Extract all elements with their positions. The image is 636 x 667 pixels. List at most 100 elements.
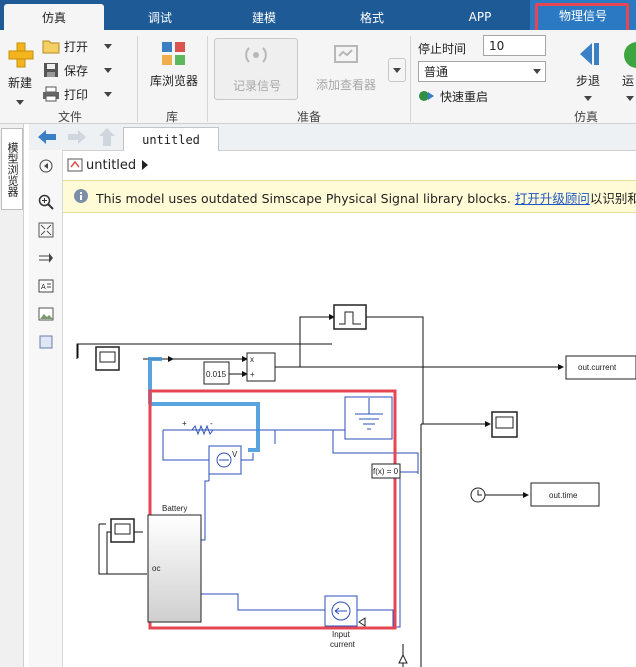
svg-text:A: A: [41, 284, 46, 291]
model-icon: [67, 158, 83, 172]
editor-nav-bar: untitled: [29, 124, 636, 151]
signal-arrow-icon[interactable]: [38, 250, 54, 266]
save-disk-icon: [44, 63, 58, 77]
input-current-label-2: current: [330, 640, 356, 649]
new-dropdown-icon[interactable]: [16, 100, 24, 105]
library-grid-icon: [162, 42, 185, 65]
voltage-sensor-block[interactable]: V: [208, 445, 242, 475]
up-arrow-icon[interactable]: [98, 127, 116, 147]
block-diagram[interactable]: 0.015 x + out.current out.time + - V f(x…: [63, 214, 636, 667]
tab-apps[interactable]: APP: [438, 4, 522, 30]
banner-message: This model uses outdated Simscape Physic…: [96, 191, 636, 206]
bottom-port-arrow: [398, 653, 408, 664]
group-label-file: 文件: [58, 110, 83, 124]
controlled-current-source-block[interactable]: Input current: [324, 595, 358, 649]
new-button[interactable]: 新建: [4, 38, 36, 108]
fast-restart-toggle[interactable]: 快速重启: [418, 86, 488, 106]
separator: [137, 36, 138, 122]
to-workspace-time[interactable]: out.time: [530, 482, 600, 507]
fast-restart-icon: [419, 91, 434, 101]
image-icon[interactable]: [38, 306, 54, 322]
product-block[interactable]: x +: [246, 352, 276, 382]
product-port-1: x: [250, 355, 254, 364]
save-dropdown-icon[interactable]: [104, 68, 112, 73]
library-browser-button[interactable]: 库浏览器: [146, 38, 202, 98]
log-signals-button[interactable]: 记录信号: [214, 38, 298, 100]
constant-value: 0.015: [206, 370, 227, 379]
to-workspace-current[interactable]: out.current: [565, 355, 636, 380]
out-current-label: out.current: [578, 363, 617, 372]
folder-open-icon: [42, 40, 60, 54]
constant-block[interactable]: 0.015: [203, 361, 230, 385]
run-play-icon: [624, 42, 636, 68]
forward-arrow-icon[interactable]: [66, 128, 88, 146]
product-port-2: +: [250, 370, 255, 379]
open-dropdown-icon[interactable]: [104, 44, 112, 49]
tab-modeling[interactable]: 建模: [222, 4, 306, 30]
scope-block-2[interactable]: [491, 411, 518, 438]
solver-configuration-block[interactable]: f(x) = 0: [371, 463, 401, 479]
add-viewer-icon: [334, 45, 358, 63]
printer-icon: [43, 86, 59, 102]
stop-time-input[interactable]: 10: [483, 35, 546, 56]
model-browser-tab[interactable]: 模型浏览器: [1, 128, 23, 210]
battery-label: Battery: [162, 504, 187, 513]
resistor-block[interactable]: + -: [182, 419, 219, 436]
tab-simulation[interactable]: 仿真: [4, 4, 104, 30]
scope-block-1[interactable]: [95, 346, 120, 371]
zoom-in-icon[interactable]: [38, 194, 54, 210]
group-label-library: 库: [166, 110, 179, 124]
add-viewer-button[interactable]: 添加查看器: [304, 38, 388, 100]
electrical-reference-block[interactable]: [344, 396, 393, 440]
battery-oc-port: oc: [152, 564, 160, 573]
pulse-block[interactable]: [333, 304, 367, 330]
step-back-button[interactable]: 步退: [566, 38, 610, 104]
breadcrumb[interactable]: untitled: [67, 156, 150, 174]
log-signal-icon: [245, 47, 267, 63]
toolstrip-tab-bar: 仿真 调试 建模 格式 APP 物理信号: [0, 0, 636, 30]
info-icon: [74, 189, 88, 203]
print-dropdown-icon[interactable]: [104, 92, 112, 97]
solver-fx-label: f(x) = 0: [373, 467, 399, 476]
simulation-mode-select[interactable]: 普通: [418, 61, 546, 82]
stop-time-label: 停止时间: [418, 42, 467, 56]
run-dropdown-icon[interactable]: [626, 96, 634, 101]
chevron-right-icon[interactable]: [140, 159, 150, 171]
model-canvas[interactable]: 0.015 x + out.current out.time + - V f(x…: [63, 214, 636, 667]
back-arrow-icon[interactable]: [36, 128, 58, 146]
ribbon: 新建 打开 保存 打印 文件 库浏览器 库 记录信号 添加查看器 准备 停止时间…: [0, 30, 636, 124]
group-label-prepare: 准备: [297, 110, 322, 124]
open-upgrade-advisor-link[interactable]: 打开升级顾问: [515, 191, 590, 206]
hide-browser-icon[interactable]: [38, 158, 54, 174]
resistor-plus-label: +: [182, 419, 187, 428]
run-button[interactable]: 运: [618, 38, 636, 104]
chevron-down-icon: [533, 69, 541, 74]
area-icon[interactable]: [38, 334, 54, 350]
print-button[interactable]: 打印: [42, 84, 88, 104]
resistor-minus-label: -: [210, 419, 213, 428]
group-label-simulate: 仿真: [574, 110, 599, 124]
open-button[interactable]: 打开: [42, 36, 88, 56]
new-plus-icon: [8, 42, 34, 68]
tab-format[interactable]: 格式: [330, 4, 414, 30]
clock-block[interactable]: [470, 487, 486, 503]
separator: [410, 36, 411, 122]
out-time-label: out.time: [549, 491, 578, 500]
tab-debug[interactable]: 调试: [118, 4, 202, 30]
tab-physical-signal[interactable]: 物理信号: [530, 0, 636, 30]
fit-to-view-icon[interactable]: [38, 222, 54, 238]
annotation-icon[interactable]: A: [38, 278, 54, 294]
canvas-tool-palette: A: [29, 150, 63, 667]
breadcrumb-model-name: untitled: [86, 157, 137, 173]
tab-untitled-model[interactable]: untitled: [123, 127, 219, 151]
separator: [207, 36, 208, 122]
step-back-dropdown-icon[interactable]: [584, 96, 592, 101]
sensor-v-label: V: [232, 450, 238, 459]
input-current-label-1: Input: [332, 630, 351, 639]
scope-block-3[interactable]: [110, 518, 135, 543]
battery-block[interactable]: Battery oc: [147, 504, 202, 623]
prepare-gallery-expand[interactable]: [388, 58, 406, 82]
save-button[interactable]: 保存: [42, 60, 88, 80]
step-back-icon: [580, 43, 599, 65]
chevron-down-icon: [393, 68, 401, 73]
